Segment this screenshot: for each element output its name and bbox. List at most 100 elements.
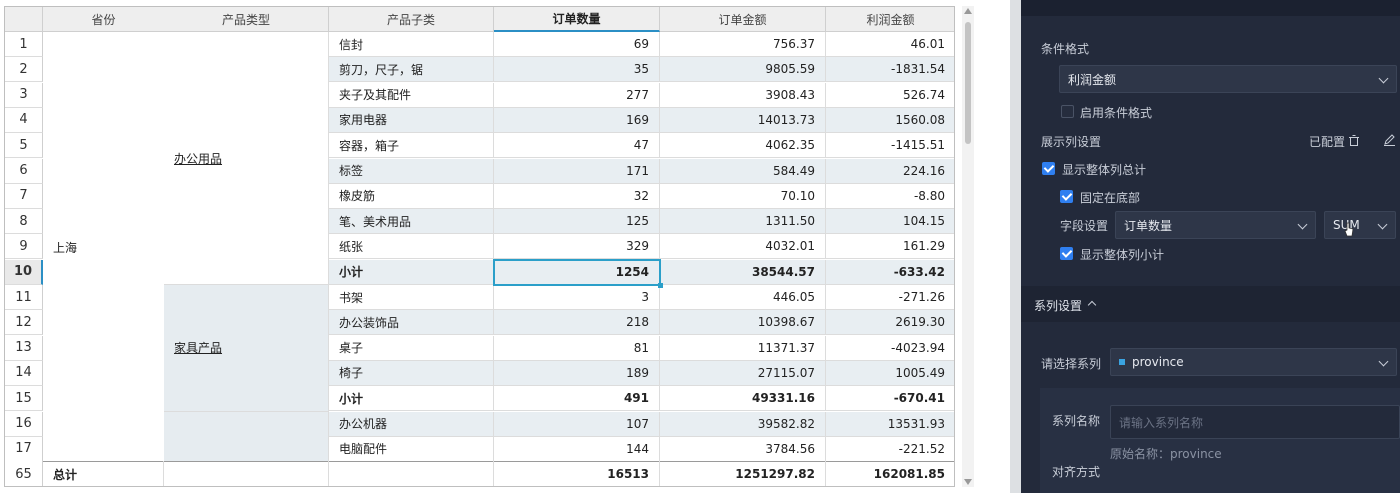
- subcategory-cell[interactable]: 电脑配件: [329, 436, 494, 462]
- vertical-scrollbar[interactable]: [962, 6, 974, 487]
- profit-cell[interactable]: 46.01: [826, 32, 954, 57]
- row-number[interactable]: 1: [5, 32, 43, 57]
- column-header[interactable]: 产品类型: [164, 7, 329, 32]
- row-number[interactable]: 17: [5, 436, 43, 462]
- subcategory-cell[interactable]: 容器，箱子: [329, 133, 494, 159]
- profit-cell[interactable]: 13531.93: [826, 411, 954, 437]
- qty-cell[interactable]: 81: [494, 335, 660, 361]
- row-number[interactable]: 6: [5, 158, 43, 184]
- trash-icon[interactable]: [1348, 134, 1360, 146]
- profit-cell[interactable]: 526.74: [826, 83, 954, 108]
- subcategory-cell[interactable]: 家用电器: [329, 107, 494, 133]
- qty-cell[interactable]: 3: [494, 285, 660, 310]
- group-link[interactable]: 家具产品: [174, 339, 222, 356]
- column-header[interactable]: 利润金额: [826, 7, 954, 32]
- amount-cell[interactable]: 10398.67: [660, 310, 826, 336]
- row-number[interactable]: 2: [5, 57, 43, 83]
- amount-cell[interactable]: 3784.56: [660, 436, 826, 462]
- column-header[interactable]: 订单金额: [660, 7, 826, 32]
- row-number[interactable]: 14: [5, 360, 43, 386]
- profit-cell[interactable]: -1831.54: [826, 57, 954, 83]
- subcategory-cell[interactable]: 书架: [329, 285, 494, 310]
- row-number[interactable]: 13: [5, 335, 43, 361]
- qty-cell[interactable]: 32: [494, 183, 660, 209]
- scrollbar-thumb[interactable]: [965, 22, 971, 144]
- profit-cell[interactable]: 104.15: [826, 209, 954, 235]
- amount-cell[interactable]: 446.05: [660, 285, 826, 310]
- conditional-field-select[interactable]: 利润金额: [1059, 65, 1397, 93]
- qty-cell[interactable]: 189: [494, 360, 660, 386]
- row-number[interactable]: 5: [5, 133, 43, 159]
- column-header[interactable]: 订单数量: [494, 7, 660, 32]
- row-number[interactable]: 8: [5, 209, 43, 235]
- profit-cell[interactable]: -8.80: [826, 184, 954, 209]
- qty-cell[interactable]: 491: [494, 386, 660, 412]
- row-number[interactable]: 16: [5, 411, 43, 437]
- amount-cell[interactable]: 756.37: [660, 32, 826, 57]
- series-select[interactable]: province: [1110, 348, 1397, 376]
- qty-cell[interactable]: 47: [494, 133, 660, 159]
- qty-cell[interactable]: 1254: [494, 259, 660, 285]
- profit-cell[interactable]: -221.52: [826, 437, 954, 462]
- subcategory-cell[interactable]: 笔、美术用品: [329, 209, 494, 235]
- profit-cell[interactable]: 224.16: [826, 158, 954, 184]
- subcategory-cell[interactable]: 剪刀，尺子，锯: [329, 57, 494, 83]
- group-cell[interactable]: 家具产品: [164, 285, 329, 412]
- row-number[interactable]: 3: [5, 82, 43, 108]
- profit-cell[interactable]: 2619.30: [826, 310, 954, 336]
- qty-cell[interactable]: 35: [494, 57, 660, 83]
- amount-cell[interactable]: 38544.57: [660, 259, 826, 285]
- amount-cell[interactable]: 11371.37: [660, 335, 826, 361]
- row-number[interactable]: 15: [5, 386, 43, 412]
- row-number[interactable]: 7: [5, 183, 43, 209]
- subcategory-cell[interactable]: 小计: [329, 386, 494, 412]
- row-number[interactable]: 4: [5, 107, 43, 133]
- edit-icon[interactable]: [1383, 133, 1396, 146]
- amount-cell[interactable]: 1311.50: [660, 209, 826, 235]
- subcategory-cell[interactable]: 橡皮筋: [329, 183, 494, 209]
- amount-cell[interactable]: 27115.07: [660, 360, 826, 386]
- amount-cell[interactable]: 3908.43: [660, 82, 826, 108]
- fixed-bottom-checkbox[interactable]: [1060, 190, 1073, 203]
- province-cell[interactable]: 上海: [43, 32, 165, 465]
- qty-cell[interactable]: 171: [494, 158, 660, 184]
- series-settings-header[interactable]: 系列设置: [1021, 286, 1400, 322]
- profit-cell[interactable]: 161.29: [826, 234, 954, 260]
- group-link[interactable]: 办公用品: [174, 150, 222, 167]
- qty-cell[interactable]: 169: [494, 107, 660, 133]
- profit-cell[interactable]: 1560.08: [826, 107, 954, 133]
- scroll-up-icon[interactable]: [964, 8, 972, 14]
- total-profit-cell[interactable]: 162081.85: [826, 461, 954, 486]
- qty-cell[interactable]: 277: [494, 82, 660, 108]
- amount-cell[interactable]: 39582.82: [660, 411, 826, 437]
- qty-cell[interactable]: 69: [494, 32, 660, 57]
- total-amount-cell[interactable]: 1251297.82: [660, 461, 826, 486]
- profit-cell[interactable]: -633.42: [826, 259, 954, 285]
- subcategory-cell[interactable]: 小计: [329, 259, 494, 285]
- column-header[interactable]: 产品子类: [329, 7, 494, 32]
- amount-cell[interactable]: 4062.35: [660, 133, 826, 159]
- profit-cell[interactable]: -4023.94: [826, 336, 954, 361]
- group-cell[interactable]: 办公用品: [164, 32, 329, 285]
- agg-select[interactable]: SUM: [1324, 211, 1396, 239]
- amount-cell[interactable]: 584.49: [660, 158, 826, 184]
- scroll-down-icon[interactable]: [964, 479, 972, 485]
- amount-cell[interactable]: 4032.01: [660, 234, 826, 260]
- enable-conditional-checkbox[interactable]: [1061, 105, 1074, 118]
- profit-cell[interactable]: -1415.51: [826, 133, 954, 159]
- row-number[interactable]: 65: [5, 461, 43, 486]
- profit-cell[interactable]: 1005.49: [826, 360, 954, 386]
- subcategory-cell[interactable]: 纸张: [329, 234, 494, 260]
- amount-cell[interactable]: 49331.16: [660, 386, 826, 412]
- qty-cell[interactable]: 125: [494, 209, 660, 235]
- subcategory-cell[interactable]: 办公机器: [329, 411, 494, 437]
- show-col-total-checkbox[interactable]: [1042, 162, 1055, 175]
- amount-cell[interactable]: 9805.59: [660, 57, 826, 83]
- show-col-subtotal-checkbox[interactable]: [1060, 247, 1073, 260]
- subcategory-cell[interactable]: 桌子: [329, 335, 494, 361]
- total-empty-cell[interactable]: [164, 461, 329, 486]
- subcategory-cell[interactable]: 椅子: [329, 360, 494, 386]
- profit-cell[interactable]: -670.41: [826, 386, 954, 412]
- field-select[interactable]: 订单数量: [1115, 211, 1316, 239]
- total-empty-cell[interactable]: [329, 461, 494, 486]
